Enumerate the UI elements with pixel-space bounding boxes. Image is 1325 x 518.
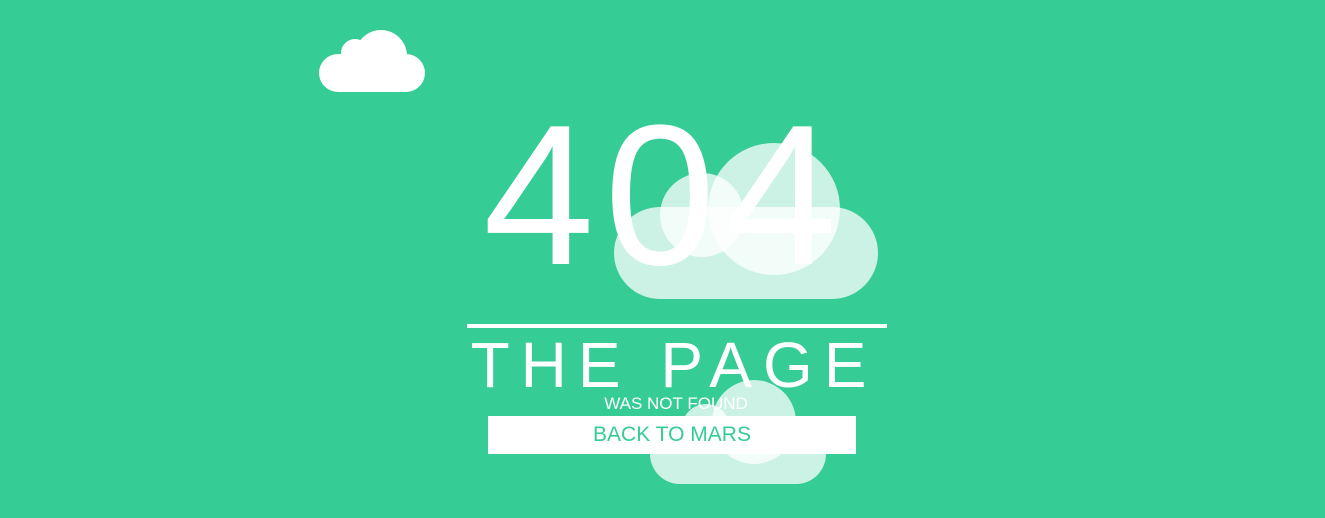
error-subtitle: WAS NOT FOUND <box>604 394 748 413</box>
back-to-mars-button[interactable]: BACK TO MARS <box>488 416 856 454</box>
divider <box>467 324 887 328</box>
cloud-icon <box>319 30 425 92</box>
error-page: 404 THE PAGE WAS NOT FOUND BACK TO MARS <box>0 0 1325 518</box>
error-code: 404 <box>483 84 847 307</box>
page-title: THE PAGE <box>470 329 878 401</box>
